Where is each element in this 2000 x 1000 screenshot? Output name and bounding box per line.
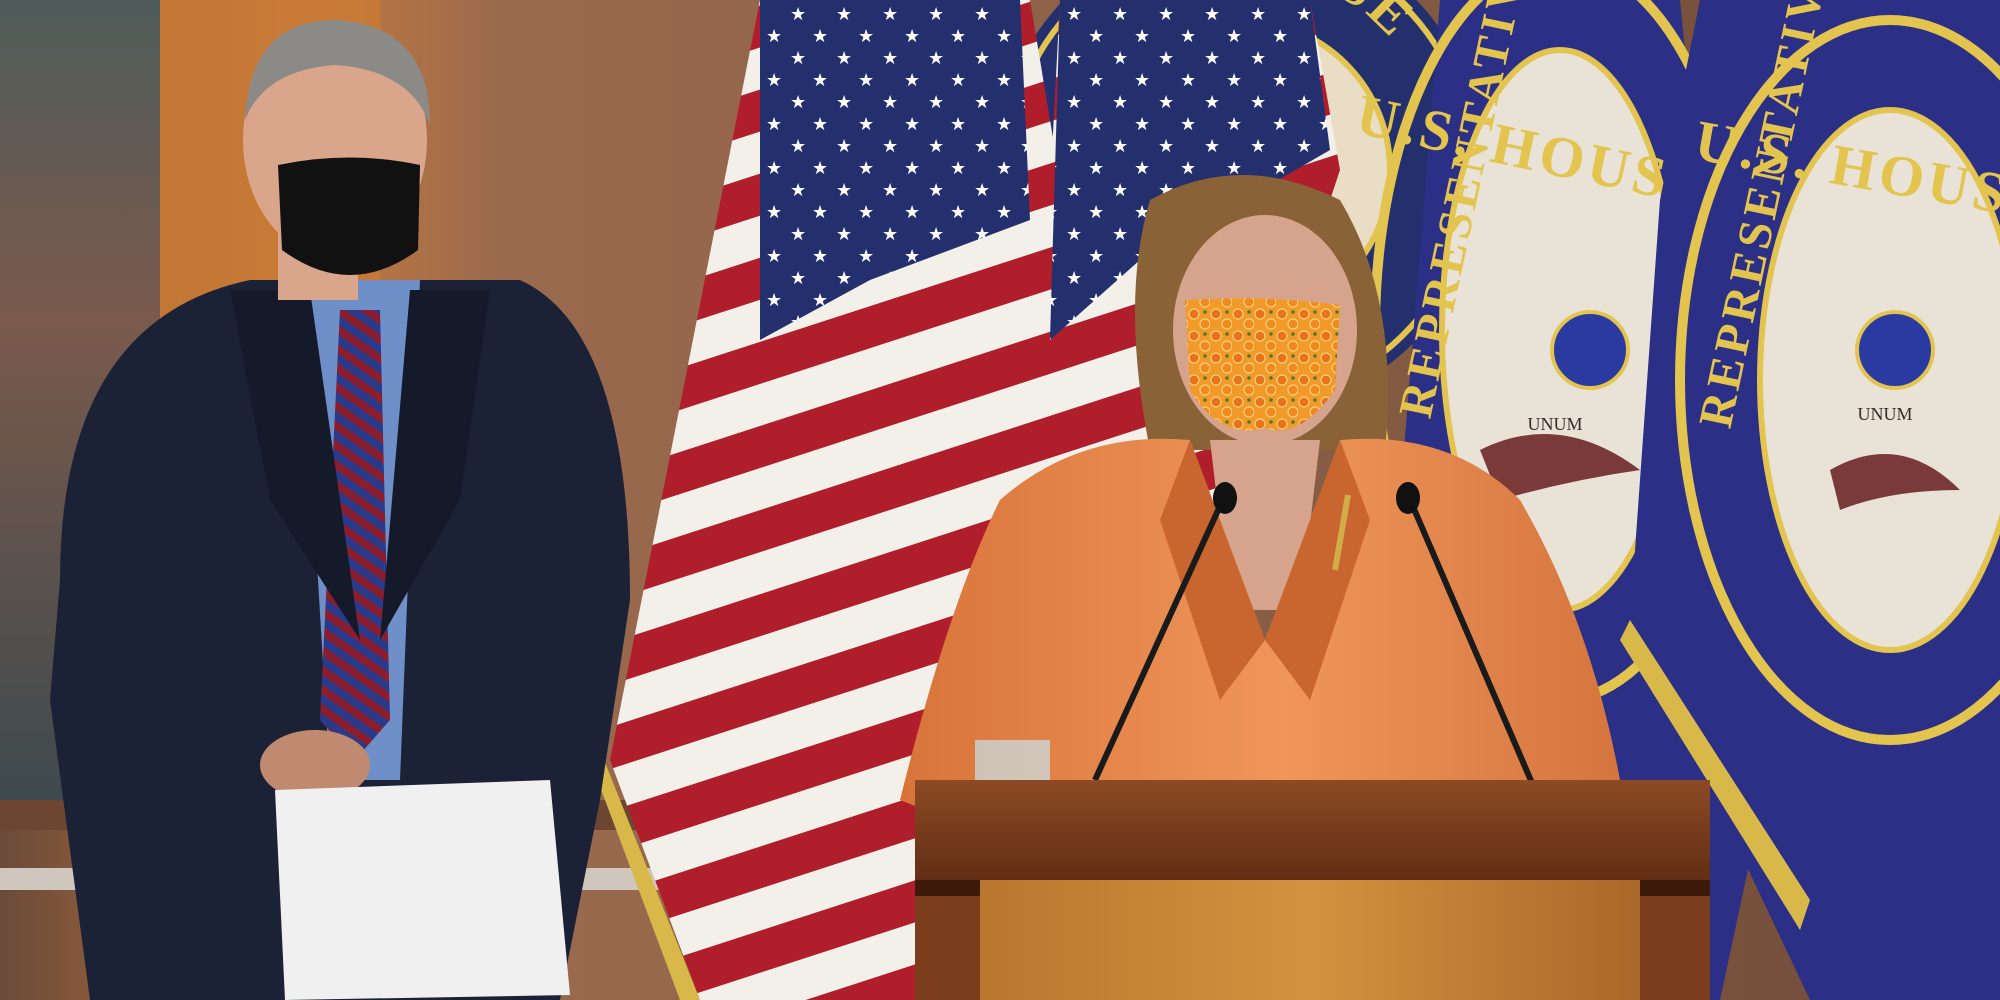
podium-top [915,780,1710,890]
paper-document [275,780,570,1000]
water-glass [975,740,1050,780]
podium [915,780,1710,1000]
ribbon-text: UNUM [1527,414,1582,434]
orange-print-face-mask [1185,298,1340,431]
photo-canvas: ★ ★ U.S. HOUSE UNUM U.S. HOUSE R [0,0,2000,1000]
ribbon-text-2: UNUM [1857,404,1912,424]
podium-front-panel [980,880,1640,1000]
black-face-mask [278,157,420,275]
stars-circle-2 [1855,310,1935,390]
press-conference-photo: ★ ★ U.S. HOUSE UNUM U.S. HOUSE R [0,0,2000,1000]
stars-circle [1550,310,1630,390]
